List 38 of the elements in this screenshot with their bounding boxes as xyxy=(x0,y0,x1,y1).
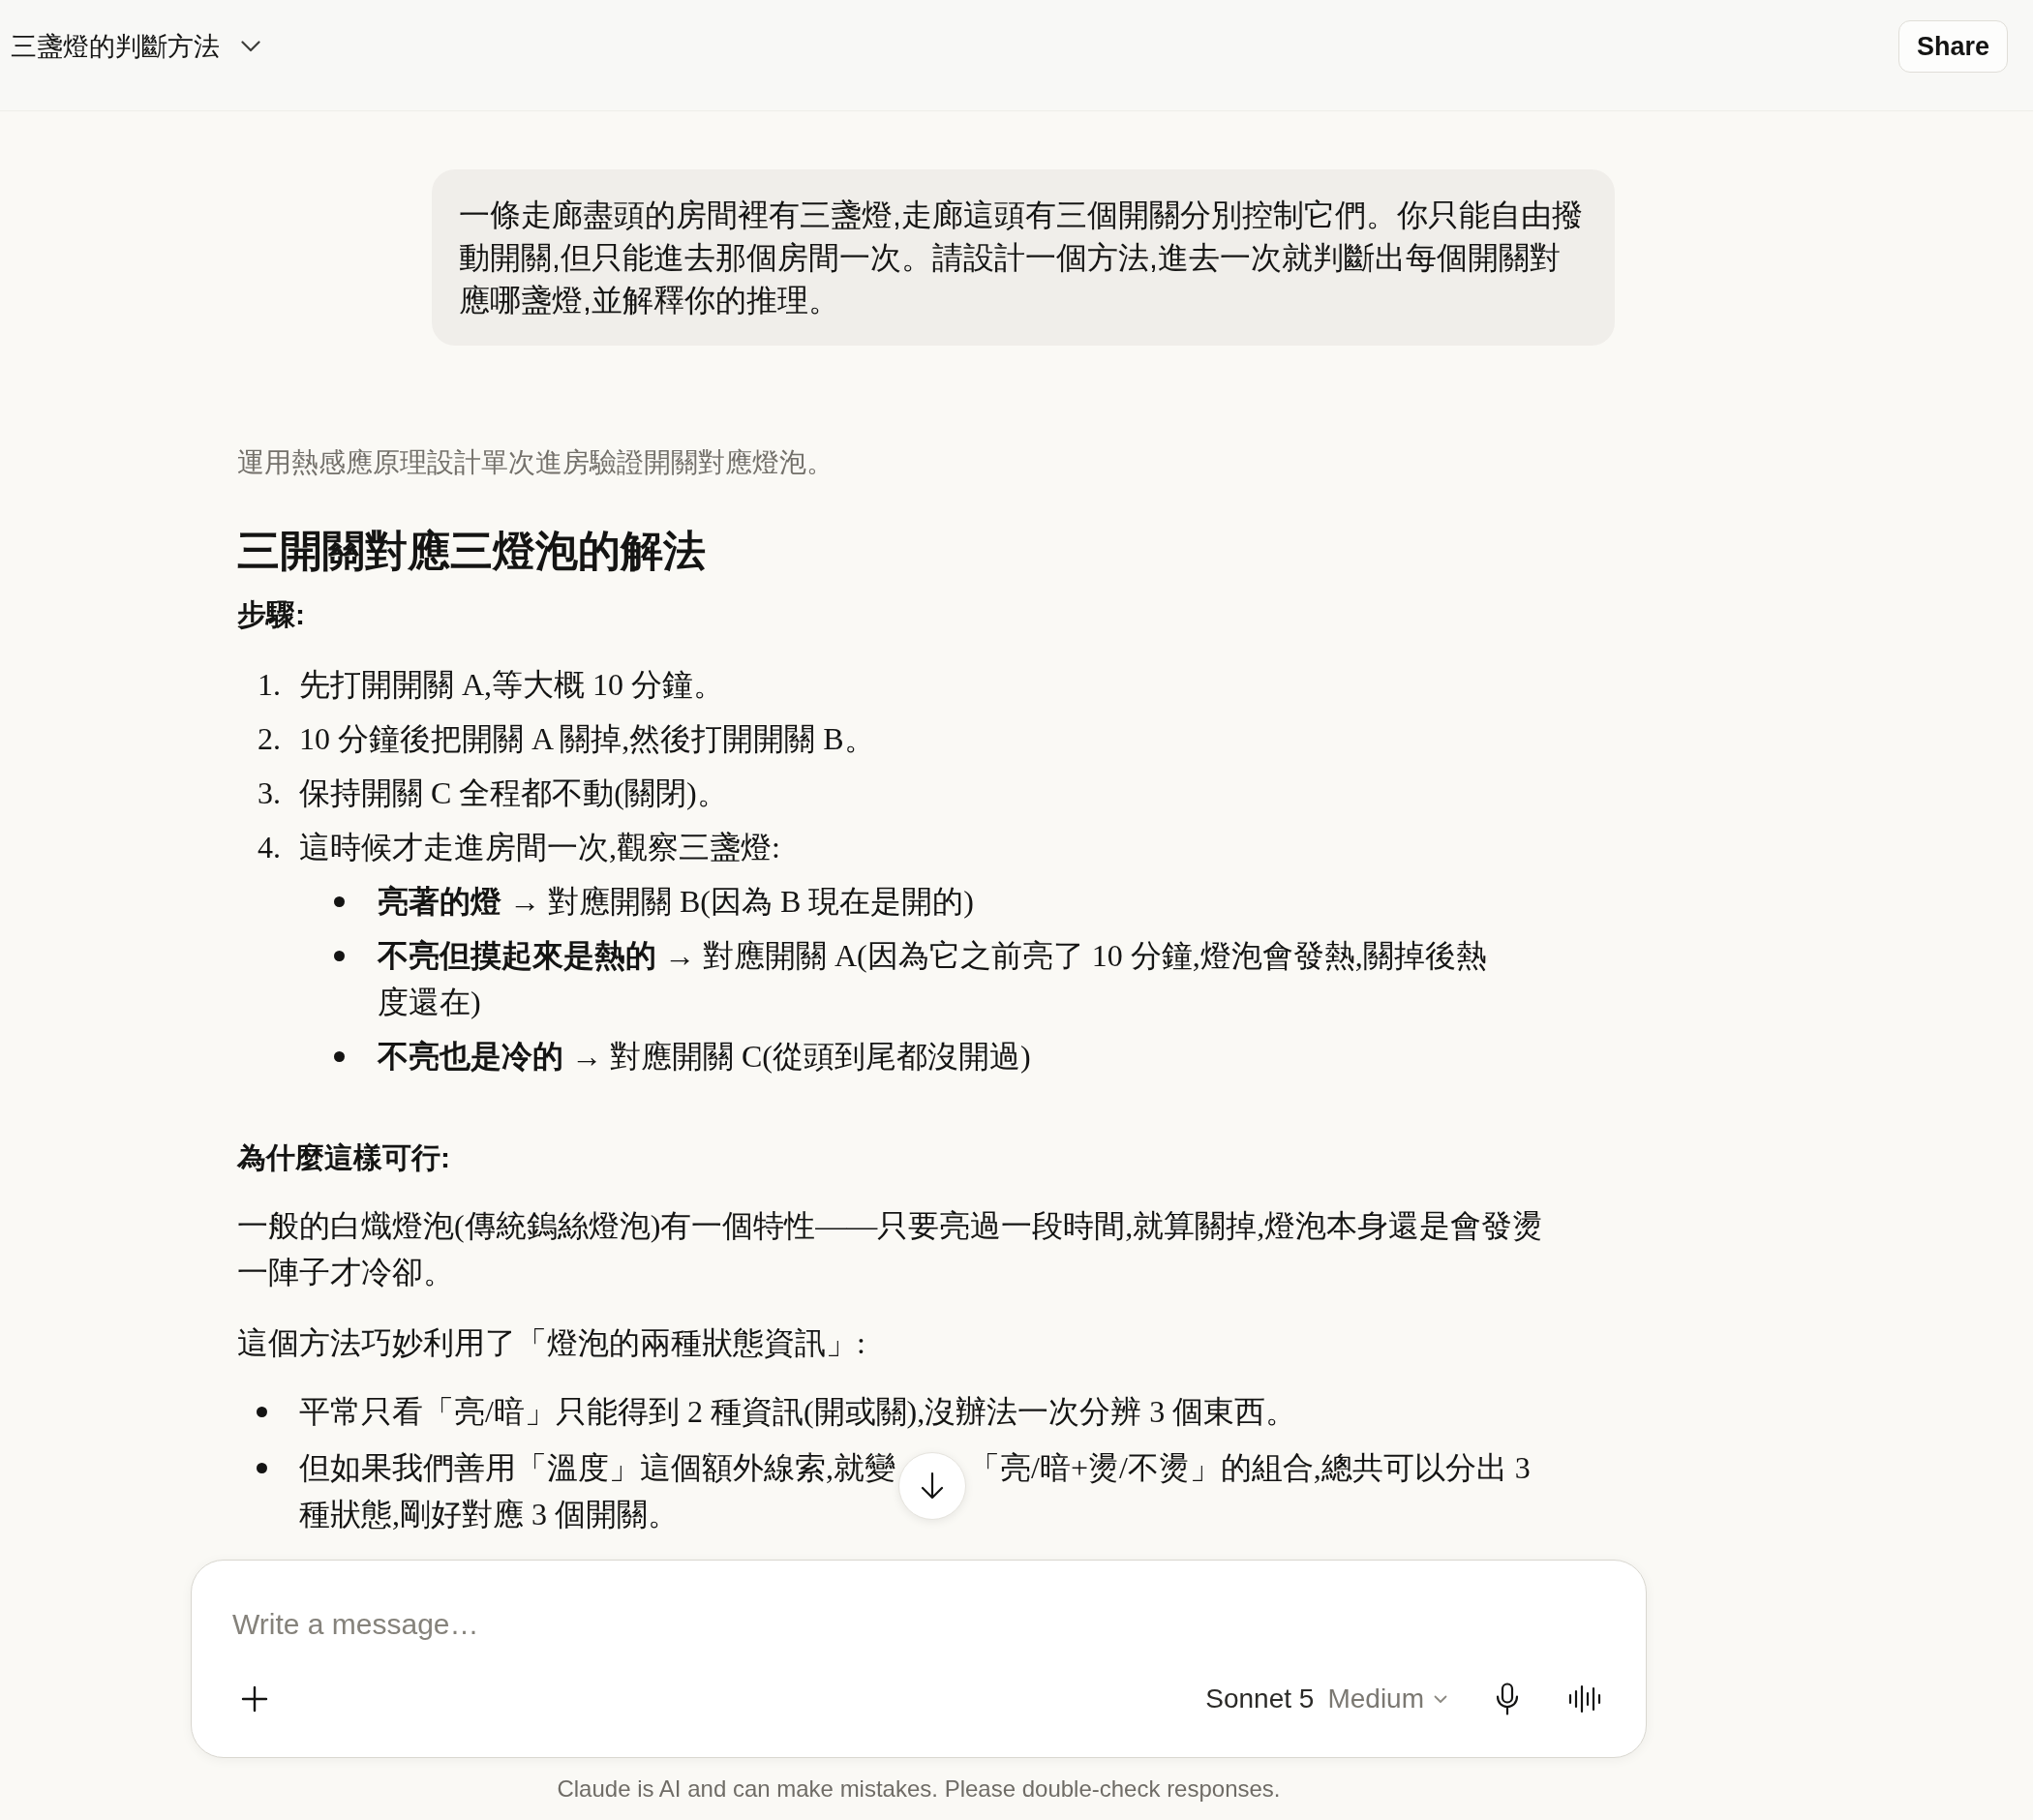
plus-icon xyxy=(241,1685,268,1713)
list-item-text: 平常只看「亮/暗」只能得到 2 種資訊(開或關),沒辦法一次分辨 3 個東西。 xyxy=(299,1394,1297,1429)
chat-title-button[interactable]: 三盞燈的判斷方法 xyxy=(11,29,260,64)
list-item-text: 但如果我們善用「溫度」這個額外線索,就變 xyxy=(299,1450,895,1485)
microphone-icon xyxy=(1496,1683,1519,1715)
bullet-icon xyxy=(257,1463,267,1473)
bullet-icon xyxy=(334,1051,345,1062)
list-number: 2. xyxy=(257,720,281,758)
list-item-text: 「亮/暗+燙/不燙」的組合,總共可以分出 3 xyxy=(969,1450,1531,1485)
disclaimer-text: Claude is AI and can make mistakes. Please double-check responses. xyxy=(556,1774,1282,1804)
section-label: 為什麼這樣可行: xyxy=(237,1140,451,1175)
list-item-text: 種狀態,剛好對應 3 個開關。 xyxy=(299,1497,679,1532)
bullet-icon xyxy=(334,896,345,907)
paragraph-text: 一般的白熾燈泡(傳統鎢絲燈泡)有一個特性——只要亮過一段時間,就算關掉,燈泡本身還是會發燙一陣子才冷卻。 xyxy=(237,1207,1545,1291)
list-item-text: 保持開關 C 全程都不動(關閉)。 xyxy=(299,774,729,812)
chevron-down-icon xyxy=(1434,1694,1447,1704)
user-message-text: 一條走廊盡頭的房間裡有三盞燈,走廊這頭有三個開關分別控制它們。你只能自由撥動開關,但只能進去那個房間一次。請設計一個方法,進去一次就判斷出每個開關對應哪盞燈,並解釋你的推理。 xyxy=(459,197,1584,319)
list-item-text: 不亮也是冷的 → 對應開關 C(從頭到尾都沒開過) xyxy=(378,1038,1032,1076)
message-input[interactable]: Write a message… xyxy=(232,1602,1605,1645)
list-number: 3. xyxy=(257,774,281,812)
list-item-text: 先打開開關 A,等大概 10 分鐘。 xyxy=(299,666,726,704)
chevron-down-icon xyxy=(241,41,260,52)
paragraph-text: 這個方法巧妙利用了「燈泡的兩種狀態資訊」: xyxy=(237,1324,866,1362)
list-number: 4. xyxy=(257,829,281,866)
list-number: 1. xyxy=(257,666,281,704)
response-heading: 三開關對應三燈泡的解法 xyxy=(237,526,707,576)
model-selector[interactable]: Sonnet 5 Medium xyxy=(1205,1678,1447,1720)
summary-text: 運用熱感應原理設計單次進房驗證開關對應燈泡。 xyxy=(237,446,834,479)
section-label: 步驟: xyxy=(237,597,306,632)
list-item-text: 10 分鐘後把開關 A 關掉,然後打開開關 B。 xyxy=(299,720,876,758)
share-button[interactable]: Share xyxy=(1897,20,2008,73)
list-item-text: 亮著的燈 → 對應開關 B(因為 B 現在是開的) xyxy=(378,883,975,921)
bullet-icon xyxy=(334,951,345,961)
arrow-down-icon xyxy=(921,1471,944,1501)
bullet-icon xyxy=(257,1407,267,1417)
list-item-text: 不亮但摸起來是熱的 → 對應開關 A(因為它之前亮了 10 分鐘,燈泡會發熱,關掉後熱度還在) xyxy=(378,937,1488,1021)
waveform-icon xyxy=(1568,1684,1603,1714)
list-item-text: 這時候才走進房間一次,觀察三盞燈: xyxy=(299,829,781,866)
